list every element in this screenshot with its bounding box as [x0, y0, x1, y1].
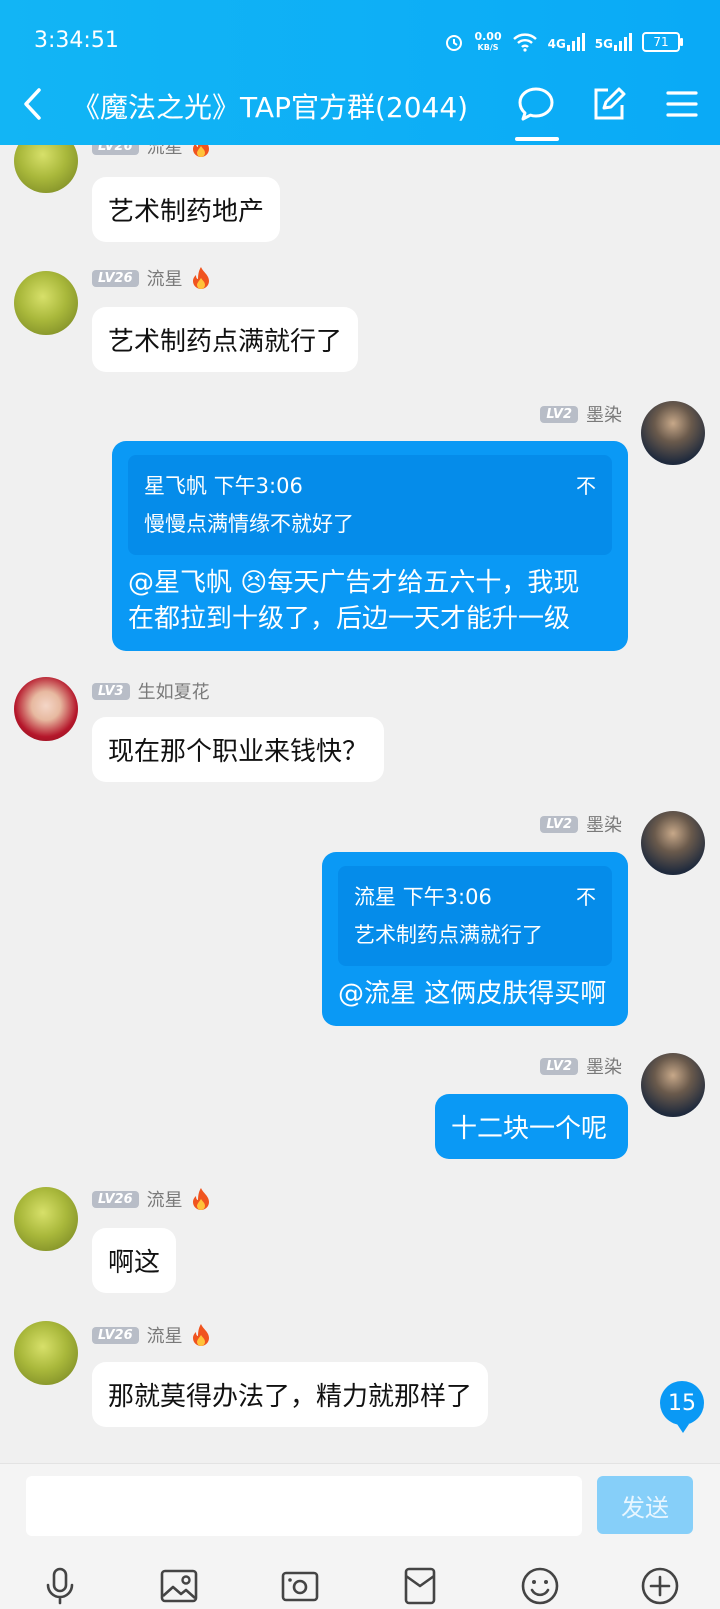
message-bubble[interactable]: 艺术制药地产	[92, 177, 281, 242]
sender-line: LV3 生如夏花	[92, 678, 210, 704]
avatar[interactable]	[641, 811, 705, 875]
message-text: @星飞帆 😣每天广告才给五六十，我现 在都拉到十级了，后边一天才能升一级	[128, 568, 580, 634]
sender-line: LV2 墨染	[540, 401, 622, 427]
wifi-icon	[512, 33, 537, 52]
message-input[interactable]	[26, 1476, 582, 1536]
edit-icon[interactable]	[588, 84, 628, 124]
red-packet-icon[interactable]	[400, 1566, 440, 1606]
sender-name[interactable]: 流星	[147, 145, 183, 159]
fire-icon	[192, 145, 209, 157]
level-badge: LV2	[540, 1057, 578, 1075]
sender-name[interactable]: 生如夏花	[138, 678, 210, 704]
fire-icon	[192, 1188, 209, 1210]
avatar[interactable]	[14, 1187, 78, 1251]
camera-icon[interactable]	[280, 1566, 320, 1606]
status-icons: 0.00 KB/S 4G 5G 71	[444, 28, 683, 56]
signal-4g-icon: 4G	[548, 33, 585, 51]
message-bubble-outgoing[interactable]: 流星 下午3:06 艺术制药点满就行了 不 @流星 这俩皮肤得买啊	[322, 852, 628, 1026]
send-button[interactable]: 发送	[597, 1476, 693, 1534]
level-badge: LV26	[92, 1190, 139, 1208]
avatar[interactable]	[641, 401, 705, 465]
quote-author: 星飞帆	[144, 474, 207, 498]
quote-time: 下午3:06	[213, 474, 303, 498]
message-text: @流星 这俩皮肤得买啊	[338, 979, 607, 1009]
quote-author: 流星	[354, 885, 396, 909]
sender-line: LV26 流星	[92, 1186, 211, 1212]
app-header: 3:34:51 0.00 KB/S 4G 5G 71 《魔法之光》TAP官方群(…	[0, 0, 720, 145]
fire-icon	[192, 1324, 209, 1346]
chat-bubble-icon[interactable]	[516, 84, 556, 124]
message-bubble[interactable]: 艺术制药点满就行了	[92, 307, 359, 372]
back-arrow-icon[interactable]	[18, 84, 48, 124]
avatar[interactable]	[14, 145, 78, 193]
sender-line: LV26 流星	[92, 1322, 211, 1348]
sender-name[interactable]: 墨染	[586, 1053, 622, 1079]
level-badge: LV26	[92, 269, 139, 287]
sender-name[interactable]: 墨染	[586, 811, 622, 837]
quote-time: 下午3:06	[402, 885, 492, 909]
sender-name[interactable]: 流星	[147, 265, 183, 291]
unread-count-badge[interactable]: 15	[660, 1381, 704, 1433]
level-badge: LV26	[92, 1326, 139, 1344]
quote-mark: 不	[576, 474, 596, 498]
level-badge: LV2	[540, 815, 578, 833]
menu-icon[interactable]	[662, 84, 702, 124]
sender-name[interactable]: 墨染	[586, 401, 622, 427]
level-badge: LV2	[540, 405, 578, 423]
quote-text: 艺术制药点满就行了	[354, 923, 543, 947]
sender-line: LV26 流星	[92, 145, 211, 159]
avatar[interactable]	[14, 271, 78, 335]
quoted-message[interactable]: 流星 下午3:06 艺术制药点满就行了 不	[338, 866, 612, 966]
sender-line: LV2 墨染	[540, 1053, 622, 1079]
input-bar: 发送	[0, 1463, 720, 1609]
net-speed: 0.00 KB/S	[474, 30, 502, 52]
active-tab-indicator	[515, 137, 559, 141]
sender-name[interactable]: 流星	[147, 1322, 183, 1348]
alarm-icon	[446, 35, 463, 51]
message-bubble[interactable]: 啊这	[92, 1228, 177, 1293]
emoji-icon[interactable]	[520, 1566, 560, 1606]
avatar[interactable]	[14, 677, 78, 741]
level-badge: LV26	[92, 145, 139, 155]
plus-icon[interactable]	[640, 1566, 680, 1606]
avatar[interactable]	[14, 1321, 78, 1385]
mic-icon[interactable]	[40, 1566, 80, 1606]
signal-5g-icon: 5G	[595, 33, 632, 51]
message-bubble[interactable]: 那就莫得办法了，精力就那样了	[92, 1362, 489, 1427]
sender-line: LV26 流星	[92, 265, 211, 291]
battery-icon: 71	[642, 32, 683, 52]
group-title: 《魔法之光》TAP官方群(2044)	[72, 91, 469, 124]
status-time: 3:34:51	[34, 28, 119, 53]
quote-mark: 不	[576, 885, 596, 909]
quoted-message[interactable]: 星飞帆 下午3:06 慢慢点满情缘不就好了 不	[128, 455, 612, 555]
avatar[interactable]	[641, 1053, 705, 1117]
quote-text: 慢慢点满情缘不就好了	[144, 512, 354, 536]
image-icon[interactable]	[159, 1566, 199, 1606]
message-bubble-outgoing[interactable]: 十二块一个呢	[435, 1094, 628, 1159]
fire-icon	[192, 267, 209, 289]
sender-line: LV2 墨染	[540, 811, 622, 837]
sender-name[interactable]: 流星	[147, 1186, 183, 1212]
level-badge: LV3	[92, 682, 130, 700]
message-bubble-outgoing[interactable]: 星飞帆 下午3:06 慢慢点满情缘不就好了 不 @星飞帆 😣每天广告才给五六十，…	[112, 441, 628, 651]
chat-list[interactable]: LV26 流星 艺术制药地产 LV26 流星 艺术制药点满就行了 LV2 墨染 …	[0, 145, 720, 1463]
message-bubble[interactable]: 现在那个职业来钱快？	[92, 717, 385, 782]
